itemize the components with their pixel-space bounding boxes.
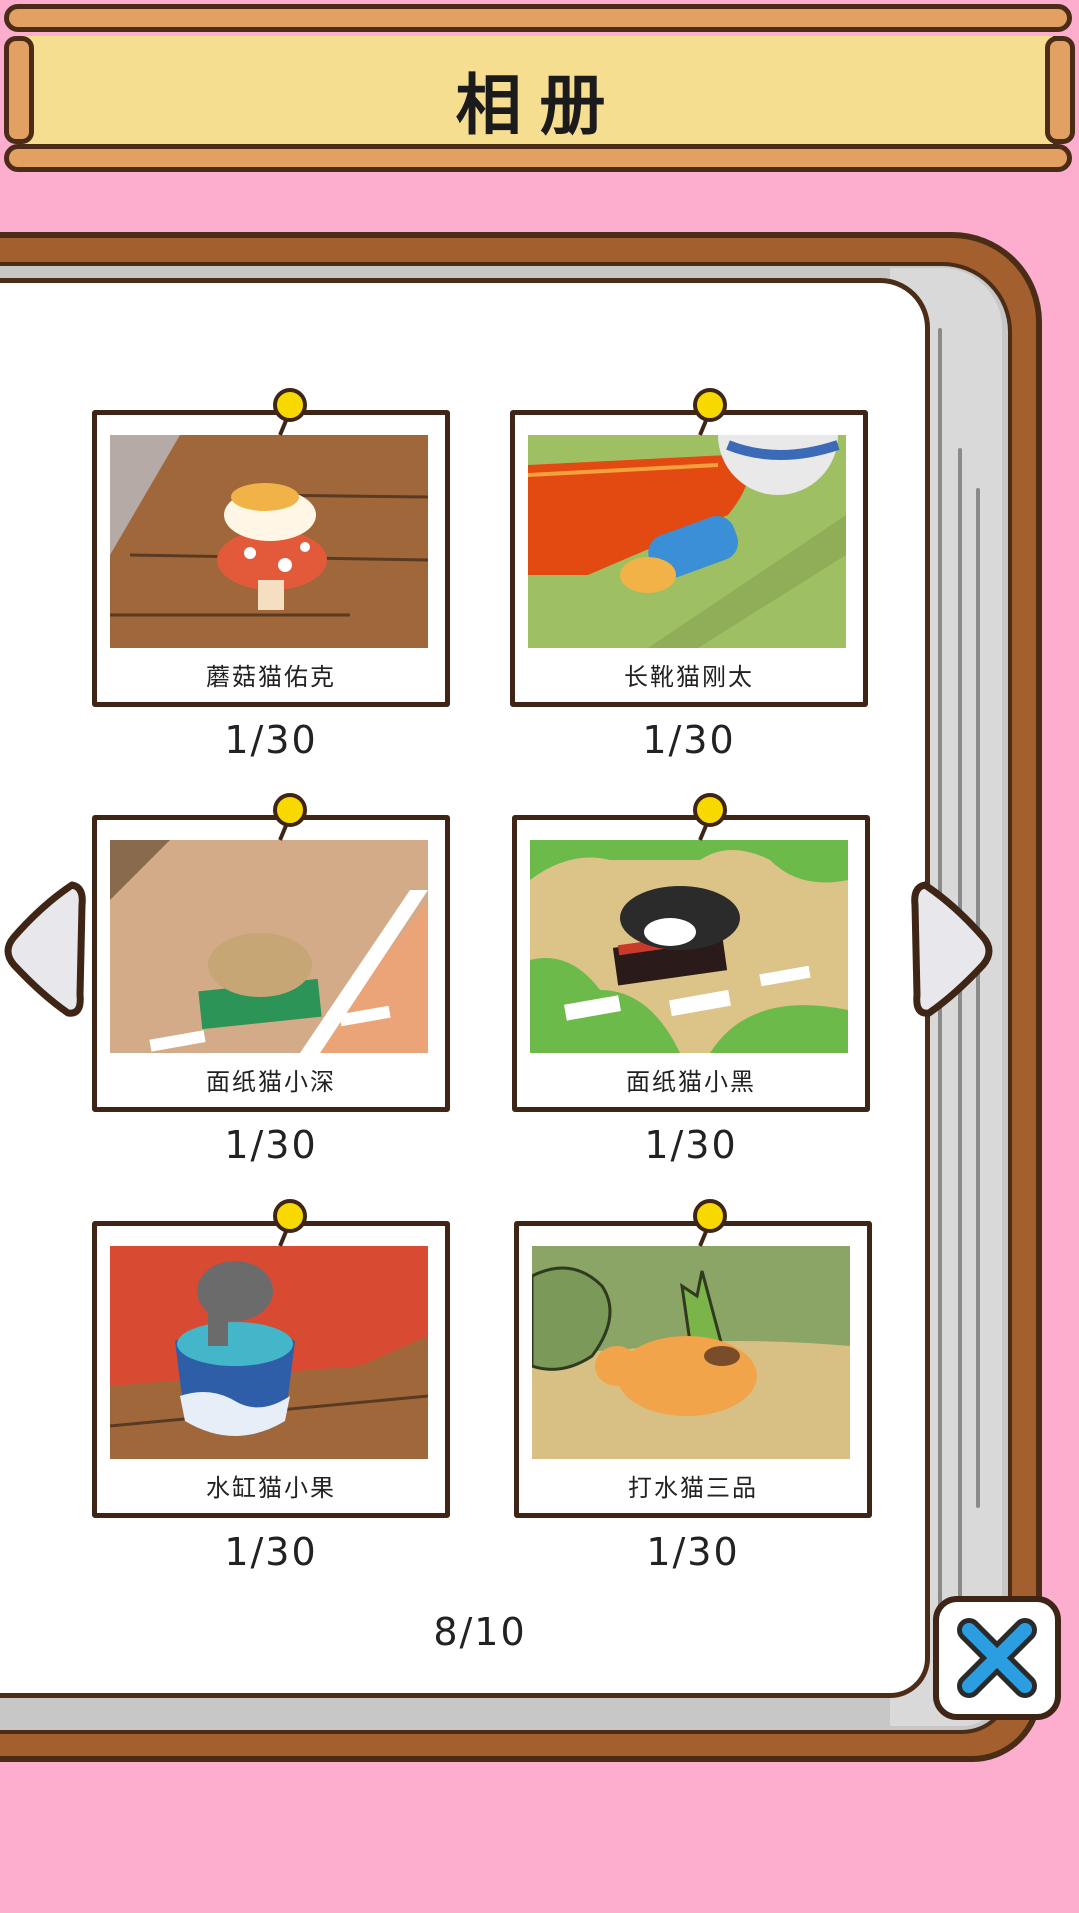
cat-name-label: 蘑菇猫佑克 [206,663,336,691]
pushpin-icon [693,388,727,436]
pushpin-icon [693,1199,727,1247]
photo-count: 1/30 [644,1123,738,1167]
cat-name-label: 打水猫三品 [628,1474,758,1502]
sign-top-plank [4,4,1072,32]
cat-name-label: 面纸猫小黑 [626,1068,756,1096]
title-sign: 相册 [0,0,1079,185]
photo-image [110,840,428,1053]
close-button[interactable] [933,1596,1061,1720]
close-x-icon [957,1618,1037,1698]
photo-card[interactable]: 水缸猫小果 [92,1221,450,1518]
next-page-button[interactable] [905,875,995,1025]
sign-bottom-plank [4,144,1072,172]
photo-card[interactable]: 打水猫三品 [514,1221,872,1518]
page-title: 相册 [455,67,624,144]
photo-image [532,1246,850,1459]
page-indicator: 8/10 [433,1610,527,1654]
prev-page-button[interactable] [2,875,92,1025]
photo-image [110,435,428,648]
photo-count: 1/30 [646,1530,740,1574]
pushpin-icon [273,1199,307,1247]
photo-card[interactable]: 面纸猫小黑 [512,815,870,1112]
photo-card[interactable]: 面纸猫小深 [92,815,450,1112]
photo-image [530,840,848,1053]
pushpin-icon [693,793,727,841]
cat-name-label: 面纸猫小深 [206,1068,336,1096]
cat-name-label: 长靴猫刚太 [624,663,754,691]
photo-card[interactable]: 蘑菇猫佑克 [92,410,450,707]
photo-count: 1/30 [224,718,318,762]
pushpin-icon [273,793,307,841]
photo-count: 1/30 [642,718,736,762]
photo-count: 1/30 [224,1530,318,1574]
photo-card[interactable]: 长靴猫刚太 [510,410,868,707]
photo-count: 1/30 [224,1123,318,1167]
pushpin-icon [273,388,307,436]
cat-name-label: 水缸猫小果 [206,1474,336,1502]
photo-image [110,1246,428,1459]
photo-image [528,435,846,648]
